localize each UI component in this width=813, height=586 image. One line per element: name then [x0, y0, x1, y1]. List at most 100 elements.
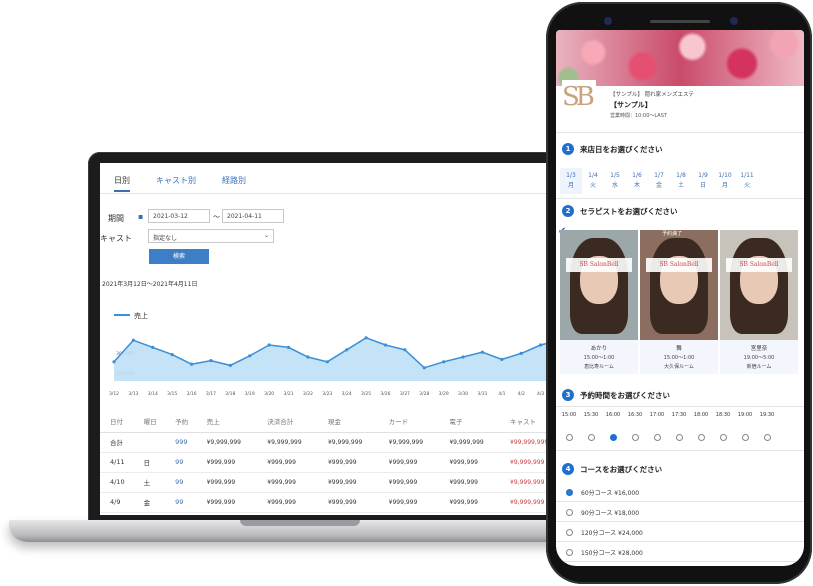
date-option[interactable]: 1/11 火 — [736, 168, 758, 194]
course-label: 120分コース ¥24,000 — [581, 530, 643, 537]
data-point — [286, 345, 291, 349]
step-title: コースをお選びください — [580, 464, 663, 474]
shop-name: 【サンプル】 — [610, 101, 652, 109]
data-point — [345, 348, 349, 352]
date-option[interactable]: 1/10 月 — [714, 168, 736, 194]
x-tick-label: 3/29 — [439, 391, 449, 397]
date-option[interactable]: 1/8 土 — [670, 168, 692, 194]
therapist-room: 大久保ルーム — [664, 364, 694, 370]
x-tick-label: 3/22 — [303, 391, 313, 397]
divider — [556, 406, 804, 407]
data-point — [131, 338, 135, 342]
phone-screen: SB 【サンプル】 隠れ家メンズエステ 【サンプル】 営業時間：10:00〜LA… — [556, 30, 804, 566]
table-cell[interactable]: 99 — [165, 492, 197, 513]
x-tick-label: 3/21 — [283, 391, 293, 397]
weekday-label: 月 — [721, 182, 728, 189]
data-point — [422, 366, 426, 370]
shop-logo: SB — [562, 80, 596, 114]
x-tick-label: 3/24 — [342, 391, 352, 397]
time-radio[interactable] — [602, 434, 624, 441]
table-cell[interactable]: 99 — [165, 472, 197, 493]
date-from-input[interactable]: 2021-03-12 — [148, 209, 210, 223]
data-point — [519, 351, 523, 355]
divider — [556, 521, 804, 522]
radio-circle — [565, 434, 573, 441]
course-option[interactable]: 150分コース ¥28,000 — [566, 548, 643, 557]
cast-select[interactable]: 指定なし ⌄ — [148, 229, 274, 243]
time-label: 15:30 — [583, 412, 599, 418]
radio-circle — [566, 529, 573, 536]
radio-circle — [609, 434, 617, 441]
date-option[interactable]: 1/4 火 — [582, 168, 604, 194]
shop-tagline: 【サンプル】 隠れ家メンズエステ — [610, 92, 694, 98]
table-cell[interactable]: 99 — [165, 452, 197, 473]
date-option[interactable]: 1/6 木 — [626, 168, 648, 194]
speaker-grille — [650, 20, 710, 23]
radio-circle — [719, 434, 727, 441]
time-label: 19:00 — [737, 412, 753, 418]
time-radio[interactable] — [646, 434, 668, 441]
weekday-label: 水 — [611, 182, 618, 189]
date-range-heading: 2021年3月12日〜2021年4月11日 — [102, 281, 198, 288]
date-option[interactable]: 1/5 水 — [604, 168, 626, 194]
time-radio[interactable] — [580, 434, 602, 441]
table-cell: 4/10 — [100, 472, 134, 493]
time-radio[interactable] — [558, 434, 580, 441]
date-option[interactable]: 1/7 金 — [648, 168, 670, 194]
period-label: 期間 — [108, 214, 124, 223]
time-label: 19:30 — [759, 412, 775, 418]
therapist-card[interactable]: SB SalonBell 宮里奈 19:00〜5:00 新宿ルーム — [720, 230, 798, 374]
time-radio[interactable] — [734, 434, 756, 441]
salon-logo-band: SB SalonBell — [566, 258, 632, 272]
data-point — [189, 362, 194, 366]
weekday-label: 金 — [655, 182, 662, 189]
table-cell: ¥999,999 — [439, 452, 501, 473]
step-title: 予約時間をお選びください — [580, 390, 670, 400]
date-option[interactable]: 1/9 日 — [692, 168, 714, 194]
salon-logo-band: SB SalonBell — [726, 258, 792, 272]
date-to-input[interactable]: 2021-04-11 — [222, 209, 284, 223]
table-cell: ¥9,999,999 — [439, 432, 501, 453]
date-label: 1/5 — [610, 172, 620, 179]
x-tick-label: 4/2 — [518, 391, 525, 397]
time-radio[interactable] — [712, 434, 734, 441]
x-tick-label: 3/28 — [419, 391, 429, 397]
therapist-card[interactable]: SB SalonBell 予約満了舞 15:00〜1:00 大久保ルーム — [640, 230, 718, 374]
table-cell: ¥9,999,999 — [378, 432, 440, 453]
data-point — [442, 360, 446, 364]
x-tick-label: 3/30 — [458, 391, 468, 397]
table-cell[interactable]: 999 — [165, 432, 197, 453]
data-point — [151, 345, 155, 349]
table-cell — [133, 432, 166, 453]
time-label: 16:30 — [627, 412, 643, 418]
time-radio[interactable] — [668, 434, 690, 441]
sales-table: 日付 曜日 予約 売上 決済合計 現金 カード 電子 キャスト 合計 999 ¥9,999,999 ¥… — [100, 410, 566, 513]
course-option[interactable]: 60分コース ¥16,000 — [566, 488, 639, 497]
therapist-card[interactable]: SB SalonBell あかり 15:00〜1:00 恵比寿ルーム — [560, 230, 638, 374]
tab-daily[interactable]: 日別 — [114, 175, 130, 192]
data-point — [209, 359, 213, 363]
tab-route[interactable]: 経路別 — [222, 175, 246, 192]
therapist-hours: 15:00〜1:00 — [583, 355, 615, 361]
weekday-label: 日 — [699, 182, 706, 189]
x-tick-label: 3/12 — [109, 391, 119, 397]
salon-logo-band: SB SalonBell — [646, 258, 712, 272]
time-radio[interactable] — [624, 434, 646, 441]
course-label: 60分コース ¥16,000 — [581, 490, 640, 497]
table-cell: ¥999,999 — [257, 472, 318, 493]
search-button[interactable]: 検索 — [149, 249, 209, 264]
data-point — [500, 357, 504, 361]
table-cell: ¥9,999,999 — [196, 432, 258, 453]
time-radio[interactable] — [756, 434, 778, 441]
table-cell: ¥999,999 — [378, 452, 440, 473]
date-label: 1/11 — [740, 172, 754, 179]
table-cell: 日 — [133, 452, 166, 473]
course-option[interactable]: 90分コース ¥18,000 — [566, 508, 639, 517]
course-option[interactable]: 120分コース ¥24,000 — [566, 528, 643, 537]
table-cell: ¥999,999 — [257, 492, 318, 513]
data-point — [112, 360, 116, 364]
tab-cast[interactable]: キャスト別 — [156, 175, 196, 192]
date-option[interactable]: 1/3 月 — [560, 168, 582, 194]
time-radio[interactable] — [690, 434, 712, 441]
column-header: 日付 — [100, 410, 134, 433]
